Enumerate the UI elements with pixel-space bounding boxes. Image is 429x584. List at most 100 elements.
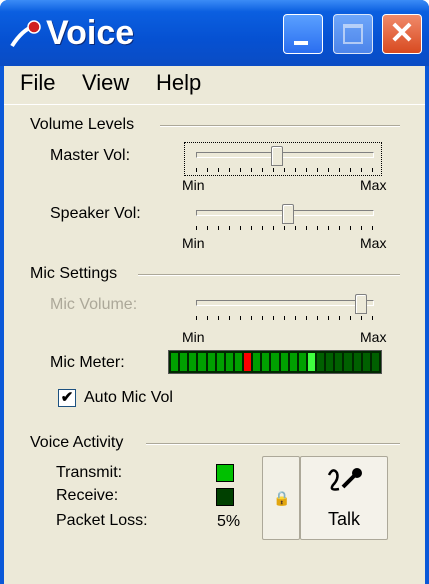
slider-tick (196, 226, 197, 230)
speaker-vol-label: Speaker Vol: (50, 205, 141, 222)
slider-thumb[interactable] (270, 146, 283, 166)
slider-tick (306, 226, 307, 230)
meter-segment (180, 353, 188, 371)
slider-tick (339, 316, 340, 320)
packet-loss-value: 5% (217, 513, 241, 530)
meter-segment (198, 353, 206, 371)
minimize-button[interactable] (283, 14, 323, 54)
master-max-label: Max (360, 177, 387, 193)
maximize-icon (343, 24, 363, 44)
mic-group-title: Mic Settings (30, 265, 118, 282)
slider-tick (229, 226, 230, 230)
close-button[interactable]: ✕ (382, 14, 422, 54)
slider-tick (361, 226, 362, 230)
slider-tick (361, 168, 362, 172)
receive-indicator (216, 488, 234, 506)
receive-label: Receive: (56, 487, 119, 504)
slider-ticks (196, 316, 373, 322)
meter-segment (335, 353, 343, 371)
slider-tick (262, 226, 263, 230)
slider-tick (207, 168, 208, 172)
slider-tick (295, 316, 296, 320)
meter-segment (271, 353, 279, 371)
slider-tick (317, 168, 318, 172)
slider-tick (328, 168, 329, 172)
slider-tick (372, 226, 373, 230)
slider-tick (350, 168, 351, 172)
slider-tick (284, 226, 285, 230)
auto-mic-vol-checkbox[interactable]: ✔ (58, 389, 76, 407)
meter-segment (317, 353, 325, 371)
slider-tick (361, 316, 362, 320)
master-vol-label: Master Vol: (50, 147, 131, 164)
packet-loss-label: Packet Loss: (56, 512, 148, 529)
menu-help[interactable]: Help (156, 70, 201, 96)
meter-segment (225, 353, 233, 371)
meter-segment (344, 353, 352, 371)
lock-button[interactable]: 🔒 (262, 456, 300, 540)
meter-segment (280, 353, 288, 371)
slider-tick (273, 168, 274, 172)
meter-segment (216, 353, 224, 371)
voice-window: Voice ✕ File View Help Volume Levels Mas… (0, 0, 429, 584)
client-area: File View Help Volume Levels Master Vol:… (4, 66, 425, 584)
slider-tick (339, 168, 340, 172)
slider-tick (306, 316, 307, 320)
volume-group-title: Volume Levels (30, 116, 135, 133)
slider-thumb[interactable] (355, 294, 368, 314)
talk-label: Talk (327, 509, 360, 529)
slider-track (196, 300, 374, 306)
slider-tick (207, 316, 208, 320)
mic-volume-label: Mic Volume: (50, 296, 138, 313)
slider-tick (251, 316, 252, 320)
slider-tick (207, 226, 208, 230)
slider-tick (240, 168, 241, 172)
master-min-label: Min (182, 177, 205, 193)
meter-segment (289, 353, 297, 371)
auto-mic-vol-label[interactable]: Auto Mic Vol (84, 389, 173, 407)
mic-max-label: Max (360, 329, 387, 345)
meter-segment (307, 353, 315, 371)
slider-tick (196, 316, 197, 320)
volume-group-line (160, 125, 400, 127)
transmit-label: Transmit: (56, 464, 123, 481)
microphone-app-icon (10, 20, 41, 48)
speaker-vol-slider[interactable] (188, 202, 378, 238)
slider-tick (262, 168, 263, 172)
slider-tick (218, 168, 219, 172)
slider-tick (350, 226, 351, 230)
menu-view[interactable]: View (82, 70, 129, 96)
menu-file[interactable]: File (20, 70, 55, 96)
talk-button[interactable]: Talk (300, 456, 388, 540)
mic-volume-slider[interactable] (188, 292, 378, 328)
menu-separator (4, 104, 425, 105)
slider-tick (284, 316, 285, 320)
speaker-min-label: Min (182, 235, 205, 251)
slider-tick (317, 316, 318, 320)
slider-tick (295, 168, 296, 172)
slider-tick (317, 226, 318, 230)
slider-tick (339, 226, 340, 230)
slider-tick (218, 316, 219, 320)
meter-segment (171, 353, 179, 371)
lock-icon: 🔒 (273, 490, 291, 506)
title-bar[interactable]: Voice ✕ (0, 0, 429, 66)
mic-group-line (138, 274, 400, 276)
meter-segment (207, 353, 215, 371)
meter-segment (326, 353, 334, 371)
master-vol-slider[interactable] (184, 142, 382, 180)
slider-thumb[interactable] (282, 204, 295, 224)
meter-segment (362, 353, 370, 371)
meter-segment (371, 353, 379, 371)
slider-tick (240, 226, 241, 230)
speaker-max-label: Max (360, 235, 387, 251)
meter-segment (253, 353, 261, 371)
minimize-icon (294, 41, 308, 45)
maximize-button[interactable] (333, 14, 373, 54)
slider-tick (240, 316, 241, 320)
slider-ticks (196, 168, 373, 174)
slider-tick (295, 226, 296, 230)
slider-tick (306, 168, 307, 172)
slider-tick (284, 168, 285, 172)
microphone-icon (327, 468, 362, 491)
